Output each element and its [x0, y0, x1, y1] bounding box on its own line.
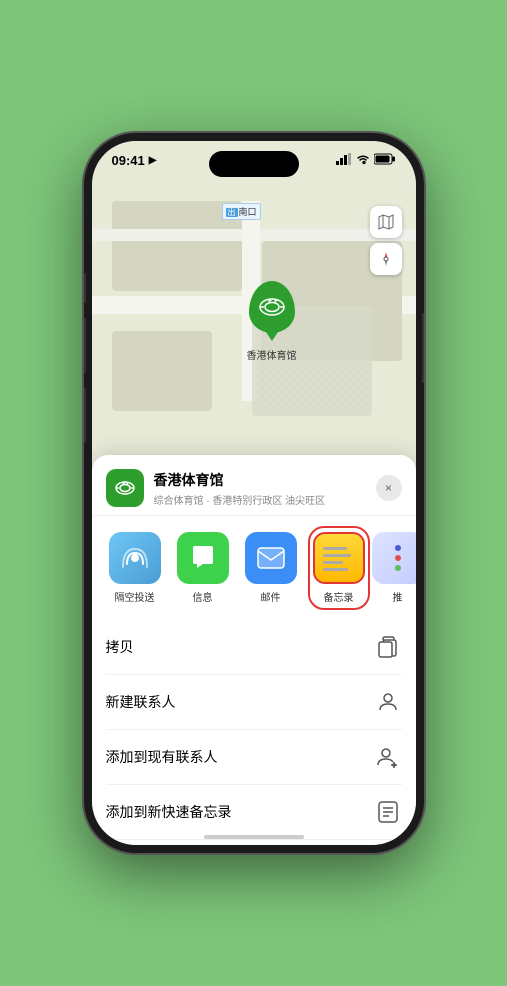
stadium-marker[interactable]: 香港体育馆: [247, 281, 297, 362]
sheet-header: 香港体育馆 综合体育馆 · 香港特别行政区 油尖旺区 ×: [92, 455, 416, 516]
phone-frame: 09:41 ▶: [84, 133, 424, 853]
share-item-messages[interactable]: 信息: [174, 532, 232, 604]
power-button[interactable]: [422, 313, 424, 383]
map-controls: [370, 206, 402, 275]
person-add-icon: [374, 743, 402, 771]
notes-line: [323, 547, 347, 550]
map-area[interactable]: 出南口: [92, 141, 416, 501]
nankou-text: 南口: [239, 207, 257, 217]
wifi-icon: [356, 153, 370, 165]
mail-label: 邮件: [261, 589, 281, 604]
signal-icon: [336, 153, 352, 165]
notes-line: [323, 568, 349, 571]
dynamic-island: [209, 151, 299, 177]
status-icons: [336, 153, 396, 165]
volume-up-button[interactable]: [84, 318, 86, 373]
exit-label: 出: [226, 208, 238, 217]
action-quick-note[interactable]: 添加到新快速备忘录: [106, 785, 402, 840]
share-row: 隔空投送 信息: [92, 516, 416, 620]
new-contact-label: 新建联系人: [106, 692, 176, 712]
close-button[interactable]: ×: [376, 475, 402, 501]
battery-icon: [374, 153, 396, 165]
notes-line: [323, 561, 344, 564]
venue-icon: [106, 469, 144, 507]
stadium-icon: [258, 295, 286, 319]
action-list: 拷贝 新建联系人: [106, 620, 402, 845]
map-block: [112, 331, 212, 411]
mute-button[interactable]: [84, 273, 86, 303]
compass-icon: [378, 251, 394, 267]
map-type-button[interactable]: [370, 206, 402, 238]
phone-screen: 09:41 ▶: [92, 141, 416, 845]
venue-name: 香港体育馆: [154, 470, 376, 490]
action-print[interactable]: 打印: [106, 840, 402, 845]
location-icon: ▶: [149, 155, 157, 166]
messages-icon-wrap: [177, 532, 229, 584]
share-item-airdrop[interactable]: 隔空投送: [106, 532, 164, 604]
copy-svg: [378, 636, 398, 658]
more-label: 推: [393, 589, 403, 604]
map-label-nankou: 出南口: [222, 203, 261, 220]
venue-info: 香港体育馆 综合体育馆 · 香港特别行政区 油尖旺区: [154, 470, 376, 507]
share-item-mail[interactable]: 邮件: [242, 532, 300, 604]
notes-line: [323, 554, 352, 557]
action-new-contact[interactable]: 新建联系人: [106, 675, 402, 730]
note-icon: [374, 798, 402, 826]
action-copy[interactable]: 拷贝: [106, 620, 402, 675]
copy-label: 拷贝: [106, 637, 134, 657]
notes-icon-wrap: [313, 532, 365, 584]
venue-desc: 综合体育馆 · 香港特别行政区 油尖旺区: [154, 492, 376, 507]
venue-stadium-icon: [114, 477, 136, 499]
airdrop-label: 隔空投送: [115, 589, 155, 604]
share-item-more[interactable]: 推: [378, 532, 416, 604]
mail-icon: [257, 547, 285, 569]
quick-note-label: 添加到新快速备忘录: [106, 802, 232, 822]
notes-label: 备忘录: [324, 589, 354, 604]
status-time: 09:41 ▶: [112, 153, 157, 168]
messages-icon: [189, 544, 217, 572]
map-icon: [378, 214, 394, 230]
copy-icon: [374, 633, 402, 661]
airdrop-icon: [122, 545, 148, 571]
person-add-svg: [377, 746, 399, 768]
note-svg: [378, 801, 398, 823]
time-display: 09:41: [112, 153, 145, 168]
messages-label: 信息: [193, 589, 213, 604]
more-icon-wrap: [372, 532, 416, 584]
home-indicator: [204, 835, 304, 839]
mail-icon-wrap: [245, 532, 297, 584]
action-add-contact[interactable]: 添加到现有联系人: [106, 730, 402, 785]
volume-down-button[interactable]: [84, 388, 86, 443]
person-svg: [378, 691, 398, 713]
location-button[interactable]: [370, 243, 402, 275]
airdrop-icon-wrap: [109, 532, 161, 584]
stadium-label: 香港体育馆: [247, 347, 297, 362]
person-icon: [374, 688, 402, 716]
marker-pin: [249, 281, 295, 333]
add-contact-label: 添加到现有联系人: [106, 747, 218, 767]
share-item-notes[interactable]: 备忘录: [310, 528, 368, 608]
bottom-sheet: 香港体育馆 综合体育馆 · 香港特别行政区 油尖旺区 × 隔: [92, 455, 416, 845]
